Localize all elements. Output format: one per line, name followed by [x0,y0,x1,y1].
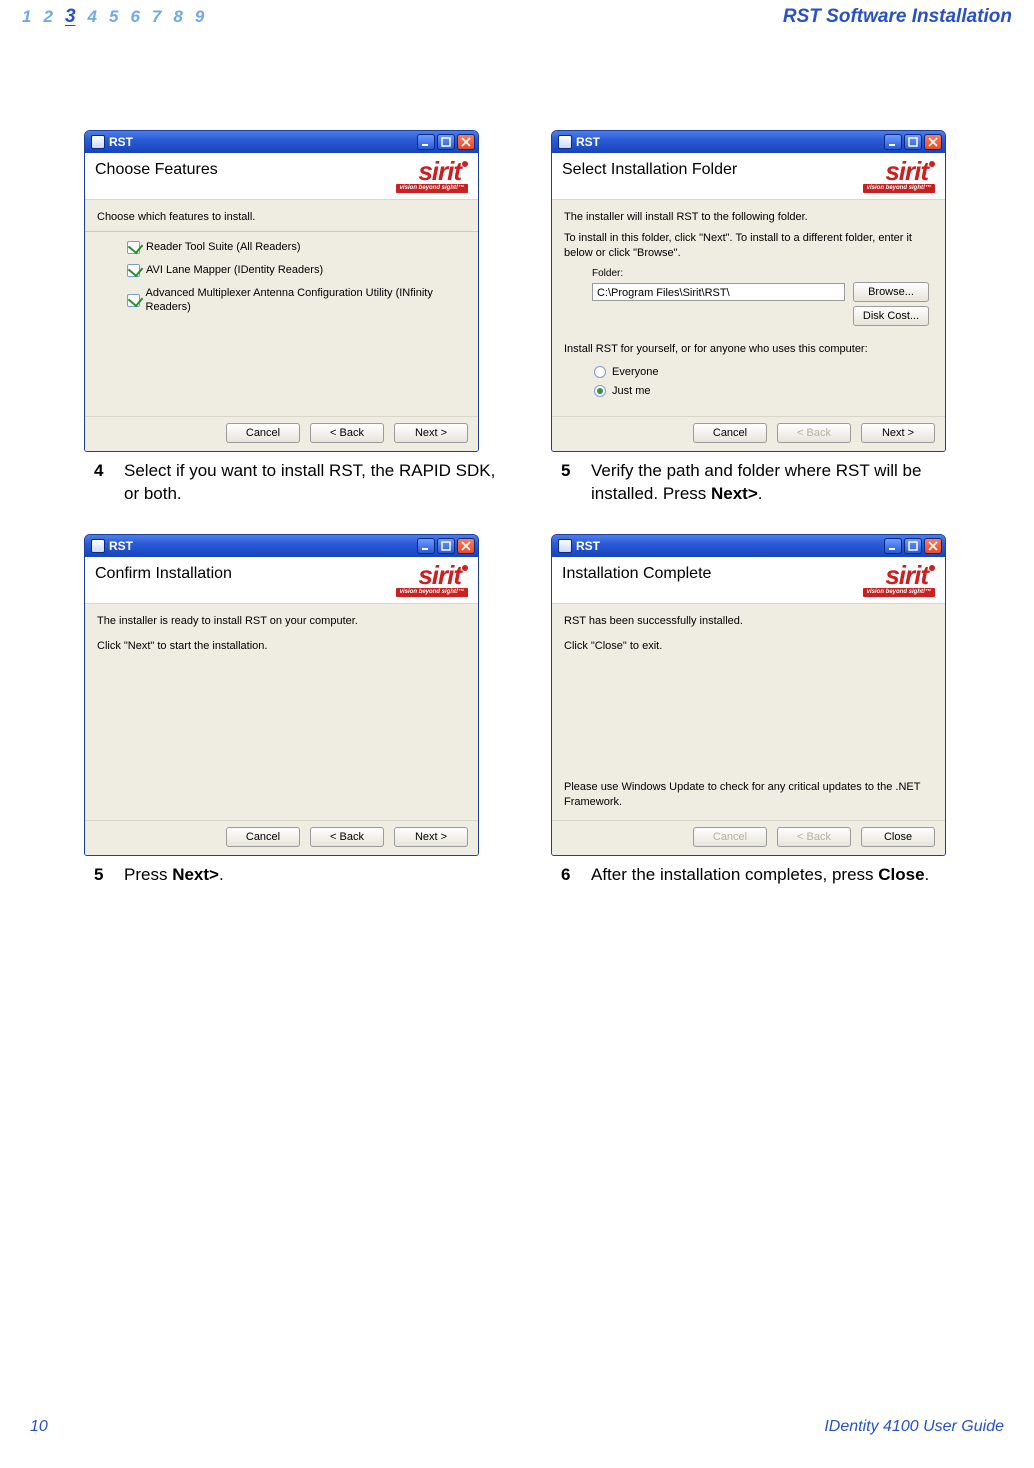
app-icon [91,135,105,149]
minimize-button[interactable] [417,134,435,150]
checkbox-icon [127,264,140,277]
titlebar[interactable]: RST [552,535,945,557]
chapter-1[interactable]: 1 [22,7,31,27]
window-title: RST [576,136,884,148]
feature-checkbox-1[interactable]: Reader Tool Suite (All Readers) [127,240,466,255]
maximize-button[interactable] [437,134,455,150]
app-icon [558,539,572,553]
back-button-disabled: < Back [777,423,851,443]
radio-icon [594,366,606,378]
select-folder-dialog: RST Select Installation Folder sirit vis… [551,130,946,452]
sirit-logo: sirit vision beyond sight!™ [863,565,935,597]
close-dialog-button[interactable]: Close [861,827,935,847]
chapter-5[interactable]: 5 [109,7,118,27]
caption-step-6: 6 After the installation completes, pres… [551,856,978,909]
radio-icon [594,385,606,397]
app-icon [558,135,572,149]
folder-label: Folder: [592,267,933,281]
page-footer: 10 IDentity 4100 User Guide [0,1418,1034,1436]
chapter-9[interactable]: 9 [195,7,204,27]
close-button[interactable] [457,134,475,150]
titlebar[interactable]: RST [85,131,478,153]
folder-input[interactable]: C:\Program Files\Sirit\RST\ [592,283,845,301]
text-line-1: RST has been successfully installed. [564,614,933,629]
page-header: 1 2 3 4 5 6 7 8 9 RST Software Installat… [0,0,1034,30]
cancel-button[interactable]: Cancel [226,827,300,847]
caption-step-5a: 5 Verify the path and folder where RST w… [551,452,978,528]
window-title: RST [109,540,417,552]
window-title: RST [576,540,884,552]
next-button[interactable]: Next > [861,423,935,443]
close-button[interactable] [924,538,942,554]
maximize-button[interactable] [437,538,455,554]
back-button[interactable]: < Back [310,827,384,847]
sirit-logo: sirit vision beyond sight!™ [863,161,935,193]
checkbox-icon [127,294,140,307]
chapter-8[interactable]: 8 [173,7,182,27]
sirit-logo: sirit vision beyond sight!™ [396,565,468,597]
text-line-1: The installer is ready to install RST on… [97,614,466,629]
dialog-heading: Installation Complete [562,565,711,583]
close-button[interactable] [457,538,475,554]
guide-name: IDentity 4100 User Guide [824,1418,1004,1436]
checkbox-icon [127,241,140,254]
titlebar[interactable]: RST [85,535,478,557]
chapter-2[interactable]: 2 [43,7,52,27]
sirit-logo: sirit vision beyond sight!™ [396,161,468,193]
everyone-radio[interactable]: Everyone [594,365,933,380]
minimize-button[interactable] [884,538,902,554]
minimize-button[interactable] [884,134,902,150]
chapter-4[interactable]: 4 [88,7,97,27]
app-icon [91,539,105,553]
feature-checkbox-2[interactable]: AVI Lane Mapper (IDentity Readers) [127,263,466,278]
minimize-button[interactable] [417,538,435,554]
dialog-heading: Select Installation Folder [562,161,737,179]
back-button[interactable]: < Back [310,423,384,443]
installation-complete-dialog: RST Installation Complete sirit vision b… [551,534,946,856]
share-label: Install RST for yourself, or for anyone … [564,342,933,357]
text-line-2: To install in this folder, click "Next".… [564,231,933,261]
dialog-heading: Confirm Installation [95,565,232,583]
cancel-button[interactable]: Cancel [226,423,300,443]
back-button-disabled: < Back [777,827,851,847]
intro-text: Choose which features to install. [97,210,466,225]
browse-button[interactable]: Browse... [853,282,929,302]
close-button[interactable] [924,134,942,150]
feature-checkbox-3[interactable]: Advanced Multiplexer Antenna Configurati… [127,286,466,316]
chapter-6[interactable]: 6 [130,7,139,27]
disk-cost-button[interactable]: Disk Cost... [853,306,929,326]
update-note: Please use Windows Update to check for a… [564,780,933,810]
justme-radio[interactable]: Just me [594,384,933,399]
text-line-2: Click "Close" to exit. [564,639,933,654]
dialog-grid: RST Choose Features sirit vision beyond … [0,30,1034,909]
caption-step-4: 4 Select if you want to install RST, the… [84,452,511,528]
titlebar[interactable]: RST [552,131,945,153]
next-button[interactable]: Next > [394,423,468,443]
cancel-button-disabled: Cancel [693,827,767,847]
maximize-button[interactable] [904,538,922,554]
page-number: 10 [30,1418,48,1436]
cancel-button[interactable]: Cancel [693,423,767,443]
chapter-numbers: 1 2 3 4 5 6 7 8 9 [22,6,204,28]
maximize-button[interactable] [904,134,922,150]
confirm-installation-dialog: RST Confirm Installation sirit vision be… [84,534,479,856]
chapter-3-current: 3 [65,6,76,28]
choose-features-dialog: RST Choose Features sirit vision beyond … [84,130,479,452]
chapter-7[interactable]: 7 [152,7,161,27]
caption-step-5b: 5 Press Next>. [84,856,511,909]
text-line-1: The installer will install RST to the fo… [564,210,933,225]
text-line-2: Click "Next" to start the installation. [97,639,466,654]
dialog-heading: Choose Features [95,161,218,179]
window-title: RST [109,136,417,148]
next-button[interactable]: Next > [394,827,468,847]
page-title: RST Software Installation [783,6,1012,28]
